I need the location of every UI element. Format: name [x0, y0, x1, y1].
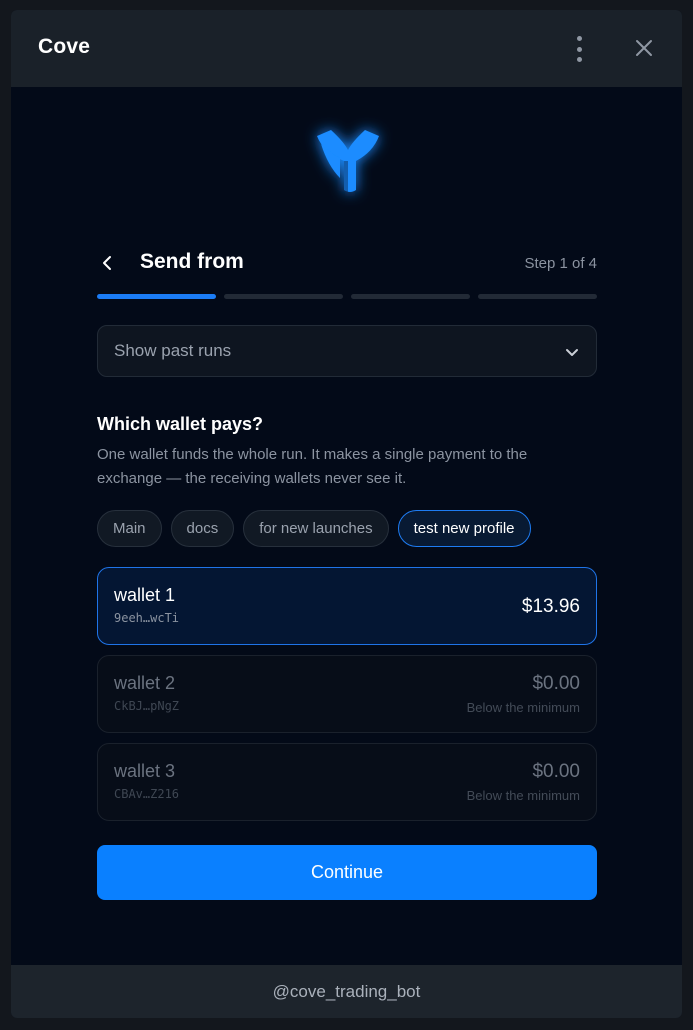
wallet-balance: $0.00 — [532, 761, 580, 782]
profile-chip-test-new-profile[interactable]: test new profile — [397, 510, 531, 547]
app-window: Cove Send from Step 1 of 4 Show past run… — [11, 10, 682, 1018]
progress-segment — [224, 294, 343, 299]
wallet-address: 9eeh…wcTi — [114, 611, 180, 625]
profile-chips: Main docs for new launches test new prof… — [97, 510, 531, 548]
progress-segment — [478, 294, 597, 299]
step-title: Send from — [140, 250, 244, 273]
cove-logo-icon — [300, 114, 396, 210]
wallet-option[interactable]: wallet 1 9eeh…wcTi $13.96 — [97, 567, 597, 645]
step-header: Send from Step 1 of 4 — [97, 248, 597, 278]
footer: @cove_trading_bot — [11, 965, 682, 1018]
wallet-minimum-note: Below the minimum — [466, 788, 580, 803]
profile-chip-main[interactable]: Main — [97, 510, 162, 547]
profile-chip-docs[interactable]: docs — [170, 510, 235, 547]
past-runs-label: Show past runs — [114, 341, 232, 360]
profile-chip-new-launches[interactable]: for new launches — [243, 510, 389, 547]
close-icon[interactable] — [633, 37, 655, 59]
back-chevron-icon[interactable] — [97, 252, 119, 274]
wallet-balance: $13.96 — [521, 596, 580, 617]
wallet-option[interactable]: wallet 2 CkBJ…pNgZ $0.00 Below the minim… — [97, 655, 597, 733]
wallet-name: wallet 1 — [114, 585, 176, 605]
wallet-name: wallet 2 — [114, 673, 176, 693]
wallet-balance: $0.00 — [532, 673, 580, 694]
kebab-menu-icon[interactable] — [568, 36, 590, 62]
wallet-minimum-note: Below the minimum — [466, 700, 580, 715]
progress-segment — [351, 294, 470, 299]
step-counter: Step 1 of 4 — [524, 255, 597, 272]
step-progress-bar — [97, 294, 597, 300]
chevron-down-icon — [564, 344, 580, 360]
past-runs-dropdown[interactable]: Show past runs — [97, 325, 597, 377]
bot-handle: @cove_trading_bot — [272, 981, 421, 1001]
progress-segment — [97, 294, 216, 299]
wallet-address: CkBJ…pNgZ — [114, 699, 180, 713]
wallet-address: CBAv…Z216 — [114, 787, 180, 801]
question-description: One wallet funds the whole run. It makes… — [97, 446, 528, 487]
app-title: Cove — [38, 35, 91, 58]
wallet-name: wallet 3 — [114, 761, 176, 781]
continue-button[interactable]: Continue — [97, 845, 597, 900]
title-bar: Cove — [11, 10, 682, 87]
question-title: Which wallet pays? — [97, 414, 264, 434]
wallet-option[interactable]: wallet 3 CBAv…Z216 $0.00 Below the minim… — [97, 743, 597, 821]
